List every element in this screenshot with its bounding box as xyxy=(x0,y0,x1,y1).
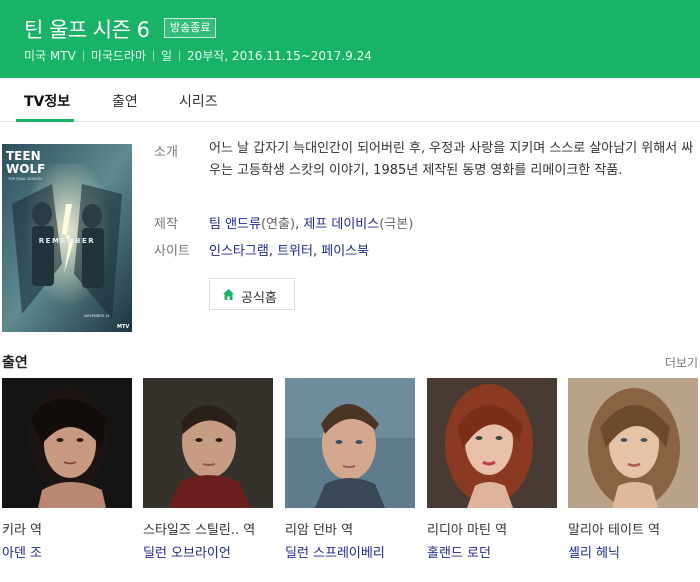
cast-section-title: 출연 xyxy=(2,355,28,371)
meta-genre: 미국드라마 xyxy=(90,49,146,63)
writer-role: (극본) xyxy=(379,217,414,232)
site-label: 사이트 xyxy=(154,244,190,259)
more-link[interactable]: 더보기 xyxy=(665,354,698,371)
cast-photo[interactable] xyxy=(568,378,698,508)
cast-photo[interactable] xyxy=(285,378,415,508)
director-link[interactable]: 팀 앤드류 xyxy=(209,217,261,232)
poster-title-line1: TEEN xyxy=(6,149,41,163)
tab-series[interactable]: 시리즈 xyxy=(179,91,218,111)
home-icon xyxy=(223,289,234,300)
cast-photo[interactable] xyxy=(143,378,273,508)
poster-title-line2: WOLF xyxy=(6,162,45,176)
poster-subtitle: THE FINAL SEASON xyxy=(7,177,42,181)
instagram-link[interactable]: 인스타그램 xyxy=(209,244,269,259)
cast-actor-link[interactable]: 딜런 오브라이언 xyxy=(143,542,231,561)
cast-actor-link[interactable]: 셸리 헤닉 xyxy=(568,542,620,561)
poster-network: MTV xyxy=(117,324,129,330)
meta-episodes-dates: 20부작, 2016.11.15~2017.9.24 xyxy=(187,49,372,63)
meta-day: 일 xyxy=(161,49,173,63)
poster-tagline: REMEMBER xyxy=(39,237,95,245)
writer-link[interactable]: 제프 데이비스 xyxy=(303,217,379,232)
poster-date: NOVEMBER 15 xyxy=(84,314,110,318)
production-credits: 팀 앤드류(연출), 제프 데이비스(극본) xyxy=(209,217,414,232)
cast-photo[interactable] xyxy=(427,378,557,508)
cast-role: 말리아 테이트 역 xyxy=(568,523,660,538)
facebook-link[interactable]: 페이스북 xyxy=(321,244,369,259)
official-home-button[interactable]: 공식홈 xyxy=(209,278,295,310)
cast-role: 키라 역 xyxy=(2,523,43,538)
status-badge: 방송종료 xyxy=(164,18,217,38)
active-tab-indicator xyxy=(16,119,74,122)
official-home-label: 공식홈 xyxy=(241,291,277,306)
program-title[interactable]: 틴 울프 시즌 6 xyxy=(24,14,150,44)
cast-actor-link[interactable]: 홀랜드 로던 xyxy=(427,542,491,561)
director-role: (연출) xyxy=(260,217,296,232)
meta-divider xyxy=(179,50,181,61)
intro-text: 어느 날 갑자기 늑대인간이 되어버린 후, 우정과 사랑을 지키며 스스로 살… xyxy=(209,141,694,178)
cast-photo[interactable] xyxy=(2,378,132,508)
program-header: 틴 울프 시즌 6 방송종료 미국 MTV 미국드라마 일 20부작, 2016.11… xyxy=(0,0,700,78)
twitter-link[interactable]: 트위터 xyxy=(277,244,313,259)
site-links: 인스타그램, 트위터, 페이스북 xyxy=(209,244,370,259)
cast-actor-link[interactable]: 아덴 조 xyxy=(2,542,42,561)
tab-tv-info[interactable]: TV정보 xyxy=(24,91,70,111)
production-label: 제작 xyxy=(154,217,178,232)
meta-divider xyxy=(82,50,84,61)
meta-channel: 미국 MTV xyxy=(24,49,76,63)
program-meta: 미국 MTV 미국드라마 일 20부작, 2016.11.15~2017.9.24 xyxy=(24,47,372,64)
tab-cast[interactable]: 출연 xyxy=(112,91,138,111)
meta-divider xyxy=(153,50,154,61)
cast-actor-link[interactable]: 딜런 스프레이베리 xyxy=(285,542,385,561)
cast-role: 스타일즈 스틸린.. 역 xyxy=(143,523,256,538)
poster-image[interactable]: TEEN WOLF THE FINAL SEASON REMEMBER NOVE… xyxy=(2,144,132,332)
tab-bar: TV정보 출연 시리즈 xyxy=(0,78,700,122)
intro-label: 소개 xyxy=(154,145,178,160)
cast-role: 리암 던바 역 xyxy=(285,523,354,538)
cast-role: 리디아 마틴 역 xyxy=(427,523,508,538)
